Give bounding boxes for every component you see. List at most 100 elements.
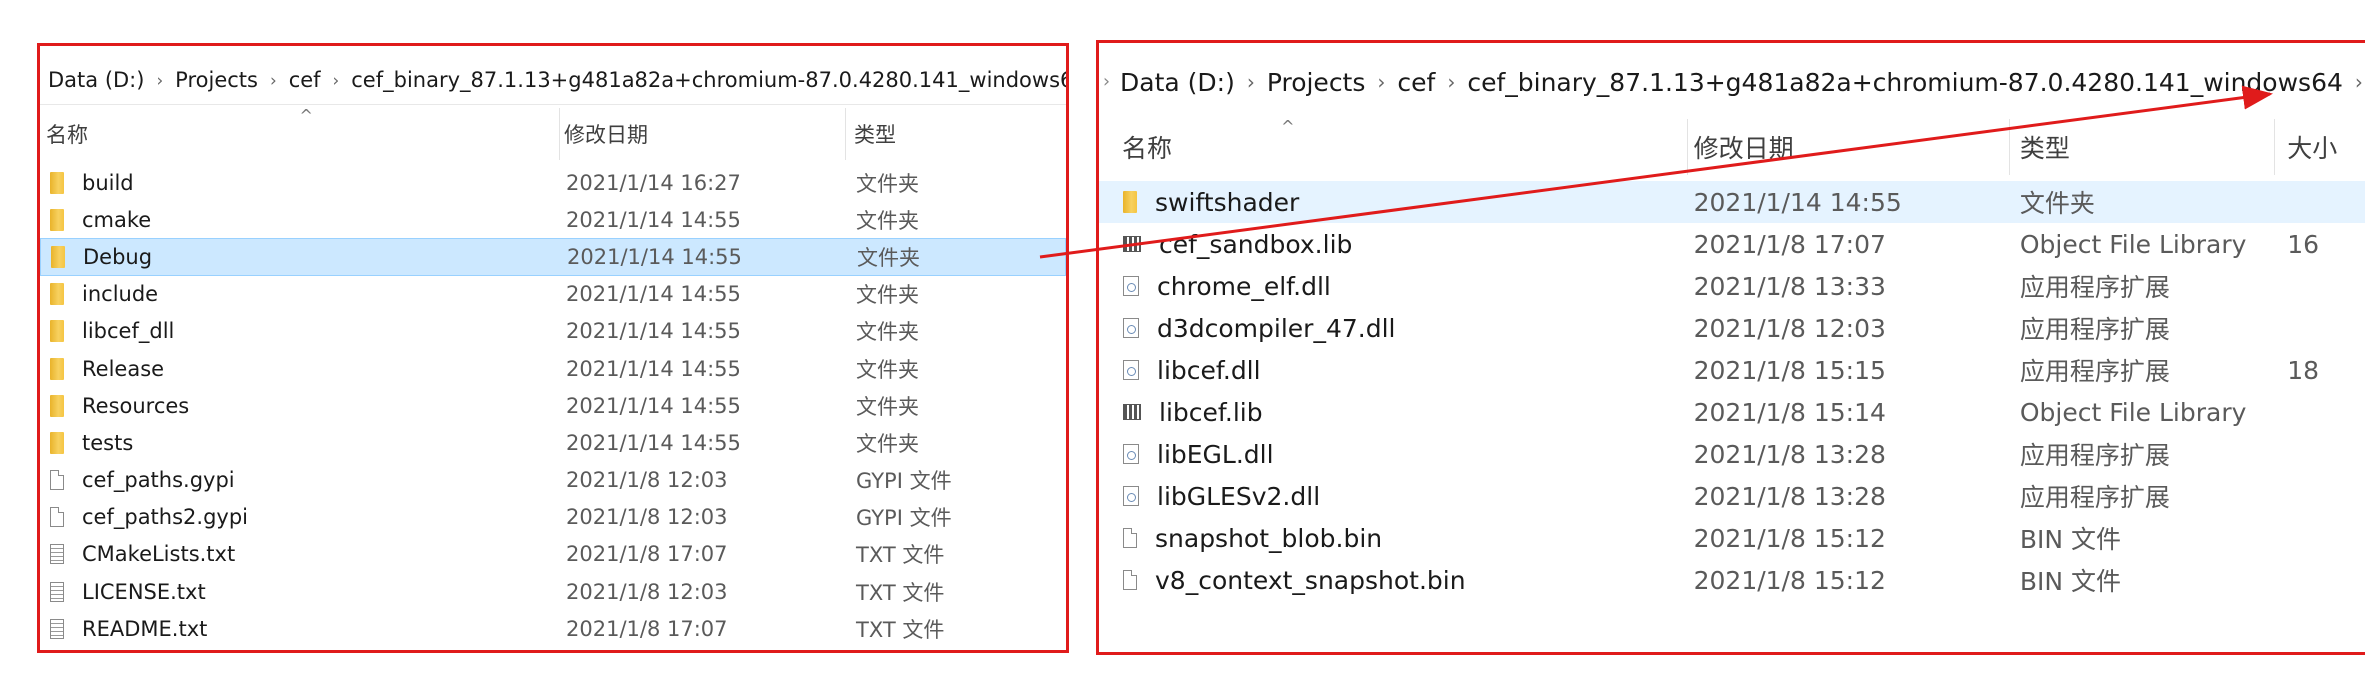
chevron-right-icon[interactable]: › (2355, 70, 2363, 94)
file-name-cell: CMakeLists.txt (40, 542, 560, 566)
breadcrumb-item[interactable]: Projects (1267, 68, 1366, 97)
column-size-header[interactable]: 大小 (2275, 119, 2365, 175)
file-type: TXT 文件 (856, 543, 945, 568)
chevron-right-icon[interactable]: › (333, 70, 340, 90)
file-type: 文件夹 (856, 320, 919, 345)
file-row[interactable]: snapshot_blob.bin 2021/1/8 15:12 BIN 文件 (1099, 517, 2365, 559)
file-type: 文件夹 (856, 283, 919, 308)
file-row[interactable]: cef_paths.gypi 2021/1/8 12:03 GYPI 文件 (40, 462, 1066, 499)
file-row[interactable]: Resources 2021/1/14 14:55 文件夹 (40, 387, 1066, 424)
dll-icon (1123, 444, 1139, 464)
file-row[interactable]: libcef_dll 2021/1/14 14:55 文件夹 (40, 313, 1066, 350)
column-type-header[interactable]: 类型 (846, 108, 1046, 160)
file-name: Resources (82, 393, 190, 418)
file-row[interactable]: chrome_elf.dll 2021/1/8 13:33 应用程序扩展 (1099, 265, 2365, 307)
breadcrumb-item[interactable]: cef_binary_87.1.13+g481a82a+chromium-87.… (1467, 68, 2343, 97)
file-type: BIN 文件 (2019, 567, 2122, 596)
file-type: 文件夹 (2019, 189, 2095, 218)
chevron-right-icon[interactable]: › (1377, 70, 1385, 94)
dll-icon (1123, 276, 1139, 296)
file-row[interactable]: libGLESv2.dll 2021/1/8 13:28 应用程序扩展 (1099, 475, 2365, 517)
right-explorer-window: › Data (D:) › Projects › cef › cef_binary_87.1.… (1096, 40, 2365, 655)
chevron-right-icon[interactable]: › (1247, 70, 1255, 94)
column-date-header[interactable]: 修改日期 (1688, 119, 2010, 175)
file-name-cell: snapshot_blob.bin (1099, 524, 1688, 553)
file-date: 2021/1/8 12:03 (566, 505, 728, 530)
breadcrumb-item[interactable]: cef (289, 68, 321, 92)
sort-up-icon: ^ (299, 106, 313, 125)
column-date-header[interactable]: 修改日期 (560, 108, 846, 160)
chevron-right-icon[interactable]: › (156, 70, 163, 90)
column-type-header[interactable]: 类型 (2010, 119, 2276, 175)
file-type: 文件夹 (856, 431, 919, 456)
file-date: 2021/1/14 14:55 (566, 207, 741, 232)
file-row[interactable]: d3dcompiler_47.dll 2021/1/8 12:03 应用程序扩展 (1099, 307, 2365, 349)
file-type: Object File Library (2019, 397, 2247, 427)
file-row[interactable]: Release 2021/1/14 14:55 文件夹 (40, 350, 1066, 387)
file-date: 2021/1/8 12:03 (566, 579, 728, 604)
file-name: cmake (82, 207, 152, 232)
file-row[interactable]: libcef.lib 2021/1/8 15:14 Object File Libr… (1099, 391, 2365, 433)
file-name-cell: swiftshader (1099, 188, 1688, 217)
column-name-header[interactable]: ^ 名称 (40, 106, 560, 160)
chevron-right-icon[interactable]: › (270, 70, 277, 90)
file-type: 文件夹 (856, 171, 919, 196)
file-date: 2021/1/8 12:03 (566, 468, 728, 493)
file-row[interactable]: cef_sandbox.lib 2021/1/8 17:07 Object File… (1099, 223, 2365, 265)
file-name: libEGL.dll (1157, 439, 1274, 469)
file-date: 2021/1/8 17:07 (566, 542, 728, 567)
file-row[interactable]: cef_paths2.gypi 2021/1/8 12:03 GYPI 文件 (40, 499, 1066, 536)
file-row[interactable]: libcef.dll 2021/1/8 15:15 应用程序扩展 18 (1099, 349, 2365, 391)
file-row[interactable]: v8_context_snapshot.bin 2021/1/8 15:12 BIN… (1099, 559, 2365, 601)
breadcrumb-leading-chevron-icon[interactable]: › (1103, 72, 1110, 92)
file-name: d3dcompiler_47.dll (1157, 313, 1396, 343)
file-row[interactable]: libEGL.dll 2021/1/8 13:28 应用程序扩展 (1099, 433, 2365, 475)
file-list: swiftshader 2021/1/14 14:55 文件夹 cef_sandbox… (1099, 181, 2365, 601)
breadcrumb-item[interactable]: Projects (175, 68, 258, 92)
file-list: build 2021/1/14 16:27 文件夹 cmake 2021/1/14 14… (40, 164, 1066, 647)
file-name-cell: build (40, 171, 560, 195)
file-name: v8_context_snapshot.bin (1155, 565, 1466, 595)
file-name: include (82, 282, 159, 307)
file-date: 2021/1/8 17:07 (566, 616, 728, 641)
column-name-header[interactable]: ^ 名称 (1099, 117, 1688, 175)
file-row[interactable]: cmake 2021/1/14 14:55 文件夹 (40, 201, 1066, 238)
breadcrumb-item[interactable]: Data (D:) (48, 68, 144, 92)
breadcrumb-item[interactable]: Data (D:) (1120, 68, 1235, 97)
sort-up-icon: ^ (1281, 117, 1295, 136)
file-row[interactable]: CMakeLists.txt 2021/1/8 17:07 TXT 文件 (40, 536, 1066, 573)
file-row[interactable]: README.txt 2021/1/8 17:07 TXT 文件 (40, 610, 1066, 647)
file-date: 2021/1/14 14:55 (566, 319, 741, 344)
lib-icon (1123, 404, 1141, 420)
file-row[interactable]: build 2021/1/14 16:27 文件夹 (40, 164, 1066, 201)
file-type: 文件夹 (856, 394, 919, 419)
file-date: 2021/1/14 14:55 (566, 356, 741, 381)
file-row[interactable]: tests 2021/1/14 14:55 文件夹 (40, 424, 1066, 461)
file-type: 应用程序扩展 (2019, 357, 2170, 386)
file-date: 2021/1/14 16:27 (566, 170, 741, 195)
file-icon (50, 507, 64, 528)
file-name-cell: v8_context_snapshot.bin (1099, 566, 1688, 595)
file-name-cell: d3dcompiler_47.dll (1099, 314, 1688, 343)
file-name: LICENSE.txt (82, 579, 206, 604)
file-row[interactable]: Debug 2021/1/14 14:55 文件夹 (40, 238, 1066, 276)
folder-icon (50, 208, 64, 231)
folder-icon (51, 245, 65, 268)
file-type: TXT 文件 (856, 617, 945, 642)
left-explorer-window: Data (D:) › Projects › cef › cef_binary_87.1.1… (37, 43, 1069, 653)
file-row[interactable]: swiftshader 2021/1/14 14:55 文件夹 (1099, 181, 2365, 223)
breadcrumb-item[interactable]: cef (1397, 68, 1435, 97)
file-name: build (82, 170, 134, 195)
file-name-cell: cef_sandbox.lib (1099, 230, 1688, 259)
file-row[interactable]: include 2021/1/14 14:55 文件夹 (40, 276, 1066, 313)
file-name: README.txt (82, 616, 208, 641)
breadcrumb-item[interactable]: cef_binary_87.1.13+g481a82a+chromium-87.… (351, 68, 1066, 92)
chevron-right-icon[interactable]: › (1447, 70, 1455, 94)
file-name-cell: libEGL.dll (1099, 440, 1688, 469)
file-name: cef_sandbox.lib (1159, 229, 1353, 259)
file-name-cell: libcef_dll (40, 319, 560, 343)
file-row[interactable]: LICENSE.txt 2021/1/8 12:03 TXT 文件 (40, 573, 1066, 610)
file-name-cell: LICENSE.txt (40, 580, 560, 604)
folder-icon (1123, 191, 1137, 213)
file-name-cell: Debug (41, 245, 561, 269)
